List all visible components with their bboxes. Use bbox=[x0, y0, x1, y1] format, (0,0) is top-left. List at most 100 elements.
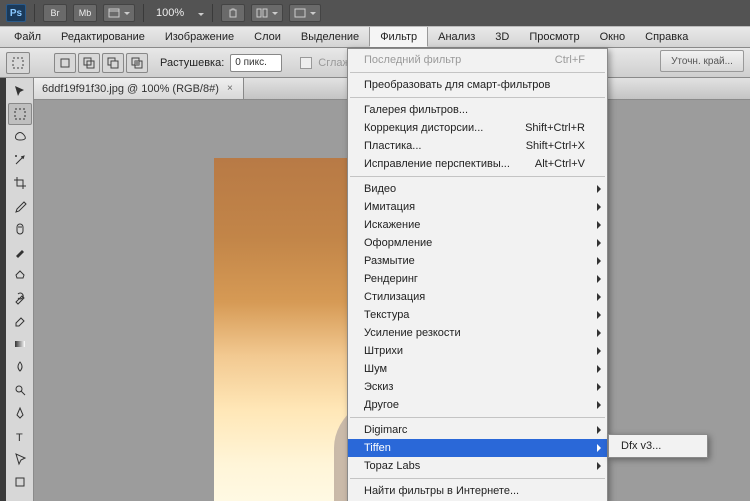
menu-item-label: Tiffen bbox=[364, 442, 391, 454]
dodge-tool[interactable] bbox=[8, 379, 32, 401]
menu-item-convert-smart[interactable]: Преобразовать для смарт-фильтров bbox=[348, 76, 607, 94]
selection-new-button[interactable] bbox=[54, 53, 76, 73]
screen-mode-button[interactable] bbox=[289, 4, 321, 22]
menu-edit[interactable]: Редактирование bbox=[51, 27, 155, 47]
magic-wand-tool[interactable] bbox=[8, 149, 32, 171]
menu-layers[interactable]: Слои bbox=[244, 27, 291, 47]
gradient-tool[interactable] bbox=[8, 333, 32, 355]
selection-add-button[interactable] bbox=[78, 53, 100, 73]
chevron-right-icon bbox=[597, 185, 601, 193]
menu-item-label: Галерея фильтров... bbox=[364, 104, 468, 116]
menu-help[interactable]: Справка bbox=[635, 27, 698, 47]
menu-item-topaz[interactable]: Topaz Labs bbox=[348, 457, 607, 475]
type-icon: T bbox=[12, 428, 28, 444]
menu-window[interactable]: Окно bbox=[590, 27, 636, 47]
menu-item-label: Штрихи bbox=[364, 345, 403, 357]
menu-view[interactable]: Просмотр bbox=[519, 27, 589, 47]
eyedropper-tool[interactable] bbox=[8, 195, 32, 217]
menu-item-last-filter[interactable]: Последний фильтр Ctrl+F bbox=[348, 51, 607, 69]
menu-3d[interactable]: 3D bbox=[485, 27, 519, 47]
move-tool[interactable] bbox=[8, 80, 32, 102]
brush-tool[interactable] bbox=[8, 241, 32, 263]
crop-tool[interactable] bbox=[8, 172, 32, 194]
menu-item-brushstrokes[interactable]: Штрихи bbox=[348, 342, 607, 360]
menu-select[interactable]: Выделение bbox=[291, 27, 369, 47]
lasso-tool[interactable] bbox=[8, 126, 32, 148]
eraser-tool[interactable] bbox=[8, 310, 32, 332]
menu-item-blur[interactable]: Размытие bbox=[348, 252, 607, 270]
shape-tool[interactable] bbox=[8, 471, 32, 493]
menu-item-label: Другое bbox=[364, 399, 399, 411]
minibridge-button[interactable]: Mb bbox=[73, 4, 97, 22]
zoom-dropdown-icon[interactable] bbox=[194, 7, 204, 19]
chevron-right-icon bbox=[597, 401, 601, 409]
menu-item-label: Topaz Labs bbox=[364, 460, 420, 472]
pen-tool[interactable] bbox=[8, 402, 32, 424]
chevron-right-icon bbox=[597, 293, 601, 301]
marquee-tool[interactable] bbox=[8, 103, 32, 125]
chevron-right-icon bbox=[597, 347, 601, 355]
current-tool-preset[interactable] bbox=[6, 52, 30, 74]
menu-item-liquify[interactable]: Пластика... Shift+Ctrl+X bbox=[348, 137, 607, 155]
menu-item-lens-correction[interactable]: Коррекция дисторсии...Shift+Ctrl+R bbox=[348, 119, 607, 137]
filter-menu-dropdown: Последний фильтр Ctrl+F Преобразовать дл… bbox=[347, 48, 608, 501]
menu-item-noise[interactable]: Шум bbox=[348, 360, 607, 378]
bridge-button[interactable]: Br bbox=[43, 4, 67, 22]
arrange-documents-button[interactable] bbox=[251, 4, 283, 22]
menu-analysis[interactable]: Анализ bbox=[428, 27, 485, 47]
document-tab[interactable]: 6ddf19f91f30.jpg @ 100% (RGB/8#) × bbox=[34, 78, 244, 99]
menu-item-digimarc[interactable]: Digimarc bbox=[348, 421, 607, 439]
menu-file[interactable]: Файл bbox=[4, 27, 51, 47]
menu-item-vanishing-point[interactable]: Исправление перспективы...Alt+Ctrl+V bbox=[348, 155, 607, 173]
menu-item-distort[interactable]: Искажение bbox=[348, 216, 607, 234]
menu-item-other[interactable]: Другое bbox=[348, 396, 607, 414]
menu-item-label: Коррекция дисторсии... bbox=[364, 122, 483, 134]
menu-item-render[interactable]: Рендеринг bbox=[348, 270, 607, 288]
history-brush-tool[interactable] bbox=[8, 287, 32, 309]
menu-item-artistic[interactable]: Имитация bbox=[348, 198, 607, 216]
clone-stamp-tool[interactable] bbox=[8, 264, 32, 286]
menu-item-browse-filters[interactable]: Найти фильтры в Интернете... bbox=[348, 482, 607, 500]
menu-item-label: Видео bbox=[364, 183, 396, 195]
menu-item-label: Digimarc bbox=[364, 424, 407, 436]
close-icon[interactable]: × bbox=[225, 84, 235, 94]
feather-input[interactable]: 0 пикс. bbox=[230, 54, 282, 72]
menu-item-label: Искажение bbox=[364, 219, 420, 231]
menu-item-label: Шум bbox=[364, 363, 387, 375]
healing-brush-tool[interactable] bbox=[8, 218, 32, 240]
menu-filter[interactable]: Фильтр bbox=[369, 27, 428, 47]
smoothing-checkbox[interactable] bbox=[300, 57, 312, 69]
zoom-level-label[interactable]: 100% bbox=[152, 7, 188, 19]
menu-item-video[interactable]: Видео bbox=[348, 180, 607, 198]
menu-item-stylize[interactable]: Стилизация bbox=[348, 288, 607, 306]
view-extras-button[interactable] bbox=[103, 4, 135, 22]
submenu-item-dfx[interactable]: Dfx v3... bbox=[609, 437, 707, 455]
menu-shortcut: Shift+Ctrl+X bbox=[526, 140, 585, 152]
refine-edge-button[interactable]: Уточн. край... bbox=[660, 50, 744, 72]
menu-bar: Файл Редактирование Изображение Слои Выд… bbox=[0, 26, 750, 48]
menu-item-label: Текстура bbox=[364, 309, 409, 321]
chevron-right-icon bbox=[597, 203, 601, 211]
menu-shortcut: Alt+Ctrl+V bbox=[535, 158, 585, 170]
menu-item-sharpen[interactable]: Усиление резкости bbox=[348, 324, 607, 342]
path-selection-tool[interactable] bbox=[8, 448, 32, 470]
menu-item-label: Пластика... bbox=[364, 140, 421, 152]
menu-item-texture[interactable]: Текстура bbox=[348, 306, 607, 324]
menu-item-label: Преобразовать для смарт-фильтров bbox=[364, 79, 550, 91]
selection-intersect-button[interactable] bbox=[126, 53, 148, 73]
type-tool[interactable]: T bbox=[8, 425, 32, 447]
menu-item-label: Оформление bbox=[364, 237, 432, 249]
menu-item-sketch[interactable]: Эскиз bbox=[348, 378, 607, 396]
menu-image[interactable]: Изображение bbox=[155, 27, 244, 47]
chevron-right-icon bbox=[597, 426, 601, 434]
selection-subtract-button[interactable] bbox=[102, 53, 124, 73]
menu-item-tiffen[interactable]: Tiffen bbox=[348, 439, 607, 457]
chevron-right-icon bbox=[597, 311, 601, 319]
menu-item-label: Рендеринг bbox=[364, 273, 418, 285]
blur-tool[interactable] bbox=[8, 356, 32, 378]
menu-item-label: Последний фильтр bbox=[364, 54, 461, 66]
menu-item-pixelate[interactable]: Оформление bbox=[348, 234, 607, 252]
hand-tool-shortcut[interactable] bbox=[221, 4, 245, 22]
tools-panel: T bbox=[6, 78, 34, 501]
menu-item-filter-gallery[interactable]: Галерея фильтров... bbox=[348, 101, 607, 119]
